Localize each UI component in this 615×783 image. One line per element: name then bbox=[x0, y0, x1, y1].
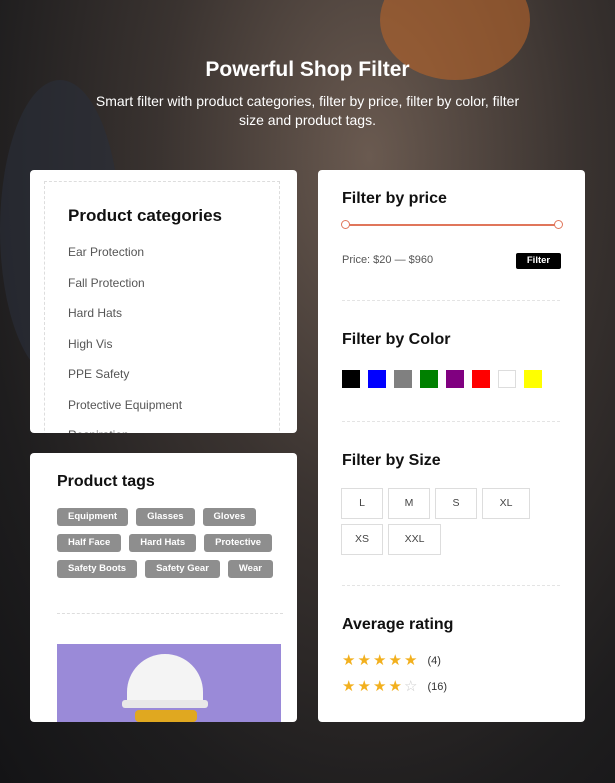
size-option[interactable]: XS bbox=[341, 524, 383, 555]
category-link[interactable]: Protective Equipment bbox=[68, 398, 182, 429]
hard-hat bbox=[127, 654, 203, 704]
tag-link[interactable]: Half Face bbox=[57, 534, 122, 552]
tag-link[interactable]: Protective bbox=[204, 534, 273, 552]
star-filled-icon: ★ bbox=[373, 652, 387, 669]
category-link[interactable]: High Vis bbox=[68, 337, 182, 368]
product-categories-widget: Product categories Ear Protection Fall Pr… bbox=[30, 170, 297, 433]
filter-price-title: Filter by price bbox=[342, 190, 447, 207]
color-swatch[interactable] bbox=[342, 370, 360, 388]
price-range-label: Price: $20 — $960 bbox=[342, 254, 434, 266]
star-filled-icon: ★ bbox=[342, 652, 356, 669]
tag-link[interactable]: Hard Hats bbox=[129, 534, 197, 552]
color-swatch[interactable] bbox=[446, 370, 464, 388]
color-swatch[interactable] bbox=[472, 370, 490, 388]
category-link[interactable]: Ear Protection bbox=[68, 245, 182, 276]
widget-title: Product tags bbox=[57, 473, 155, 490]
rating-filter-5[interactable]: ★ ★ ★ ★ ★ (4) bbox=[342, 653, 441, 668]
divider bbox=[57, 613, 283, 614]
color-swatch[interactable] bbox=[498, 370, 516, 388]
category-link[interactable]: Fall Protection bbox=[68, 276, 182, 307]
size-options: L M S XL XS XXL bbox=[341, 488, 541, 555]
divider bbox=[342, 585, 560, 586]
filter-size-title: Filter by Size bbox=[342, 452, 441, 469]
color-swatch[interactable] bbox=[368, 370, 386, 388]
rating-title: Average rating bbox=[342, 616, 454, 633]
star-filled-icon: ★ bbox=[373, 678, 387, 695]
star-filled-icon: ★ bbox=[342, 678, 356, 695]
rating-count: (16) bbox=[427, 680, 448, 693]
rating-filter-4[interactable]: ★ ★ ★ ★ ☆ (16) bbox=[342, 679, 447, 694]
star-filled-icon: ★ bbox=[404, 652, 418, 669]
star-empty-icon: ☆ bbox=[404, 678, 418, 695]
size-option[interactable]: XL bbox=[482, 488, 530, 519]
hero-title: Powerful Shop Filter bbox=[205, 58, 410, 81]
promo-image bbox=[57, 644, 281, 722]
color-swatch[interactable] bbox=[420, 370, 438, 388]
tag-link[interactable]: Glasses bbox=[136, 508, 195, 526]
size-option[interactable]: XXL bbox=[388, 524, 441, 555]
size-option[interactable]: M bbox=[388, 488, 430, 519]
price-slider[interactable] bbox=[341, 220, 563, 229]
filter-button[interactable]: Filter bbox=[516, 253, 561, 269]
star-filled-icon: ★ bbox=[388, 678, 402, 695]
category-link[interactable]: PPE Safety bbox=[68, 367, 182, 398]
price-min-handle[interactable] bbox=[341, 220, 350, 229]
star-filled-icon: ★ bbox=[388, 652, 402, 669]
widget-title: Product categories bbox=[68, 206, 222, 225]
tag-link[interactable]: Gloves bbox=[202, 508, 257, 526]
product-tags-widget: Product tags Equipment Glasses Gloves Half … bbox=[30, 453, 297, 722]
rating-count: (4) bbox=[427, 654, 441, 667]
tag-link[interactable]: Safety Boots bbox=[57, 560, 138, 578]
color-swatch[interactable] bbox=[524, 370, 542, 388]
category-link[interactable]: Respiration bbox=[68, 428, 182, 433]
tag-link[interactable]: Safety Gear bbox=[145, 560, 220, 578]
size-option[interactable]: L bbox=[341, 488, 383, 519]
divider bbox=[342, 300, 560, 301]
color-swatches bbox=[342, 370, 542, 388]
hero-subtitle: Smart filter with product categories, fi… bbox=[95, 93, 520, 128]
category-link[interactable]: Hard Hats bbox=[68, 306, 182, 337]
color-swatch[interactable] bbox=[394, 370, 412, 388]
filter-color-title: Filter by Color bbox=[342, 331, 451, 348]
price-max-handle[interactable] bbox=[554, 220, 563, 229]
star-filled-icon: ★ bbox=[357, 678, 371, 695]
tag-cloud: Equipment Glasses Gloves Half Face Hard Hats… bbox=[57, 508, 277, 578]
filters-widget: Filter by price Price: $20 — $960 Filter… bbox=[318, 170, 585, 722]
category-list: Ear Protection Fall Protection Hard Hats Hi… bbox=[68, 245, 182, 433]
size-option[interactable]: S bbox=[435, 488, 477, 519]
tag-link[interactable]: Equipment bbox=[57, 508, 129, 526]
star-filled-icon: ★ bbox=[357, 652, 371, 669]
safety-glasses bbox=[135, 710, 197, 722]
divider bbox=[342, 421, 560, 422]
tag-link[interactable]: Wear bbox=[227, 560, 273, 578]
